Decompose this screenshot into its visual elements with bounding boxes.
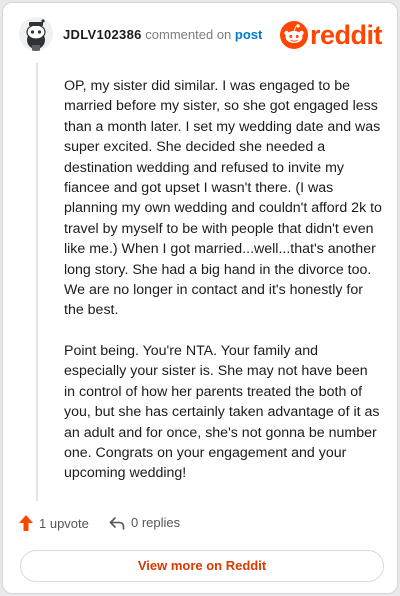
view-more-button[interactable]: View more on Reddit [20, 550, 384, 582]
reddit-wordmark: reddit [310, 20, 383, 50]
comment-paragraph: OP, my sister did similar. I was engaged… [64, 78, 382, 319]
comment-header: JDLV102386 commented on post reddit [3, 3, 397, 63]
username-link[interactable]: JDLV102386 [63, 27, 142, 42]
upvote-count: 1 upvote [39, 515, 89, 531]
thread-line [36, 63, 38, 501]
replies-button[interactable]: 0 replies [109, 515, 180, 530]
reply-arrow-icon [109, 516, 125, 530]
comment-meta: JDLV102386 commented on post [63, 27, 262, 43]
reddit-snoo-icon [280, 21, 308, 49]
post-link[interactable]: post [235, 27, 262, 42]
user-avatar[interactable] [19, 17, 53, 51]
snoo-avatar-icon [19, 17, 53, 51]
replies-count: 0 replies [131, 515, 181, 530]
upvote-arrow-icon [19, 515, 33, 531]
comment-footer: 1 upvote 0 replies [19, 515, 379, 537]
action-text: commented on [145, 27, 232, 42]
comment-paragraph: Point being. You're NTA. Your family and… [64, 342, 380, 482]
upvote-button[interactable]: 1 upvote [19, 515, 89, 531]
embedded-comment-card: JDLV102386 commented on post reddit OP, … [2, 2, 398, 594]
comment-body: OP, my sister did similar. I was engaged… [64, 76, 382, 504]
reddit-logo[interactable]: reddit [280, 20, 388, 50]
